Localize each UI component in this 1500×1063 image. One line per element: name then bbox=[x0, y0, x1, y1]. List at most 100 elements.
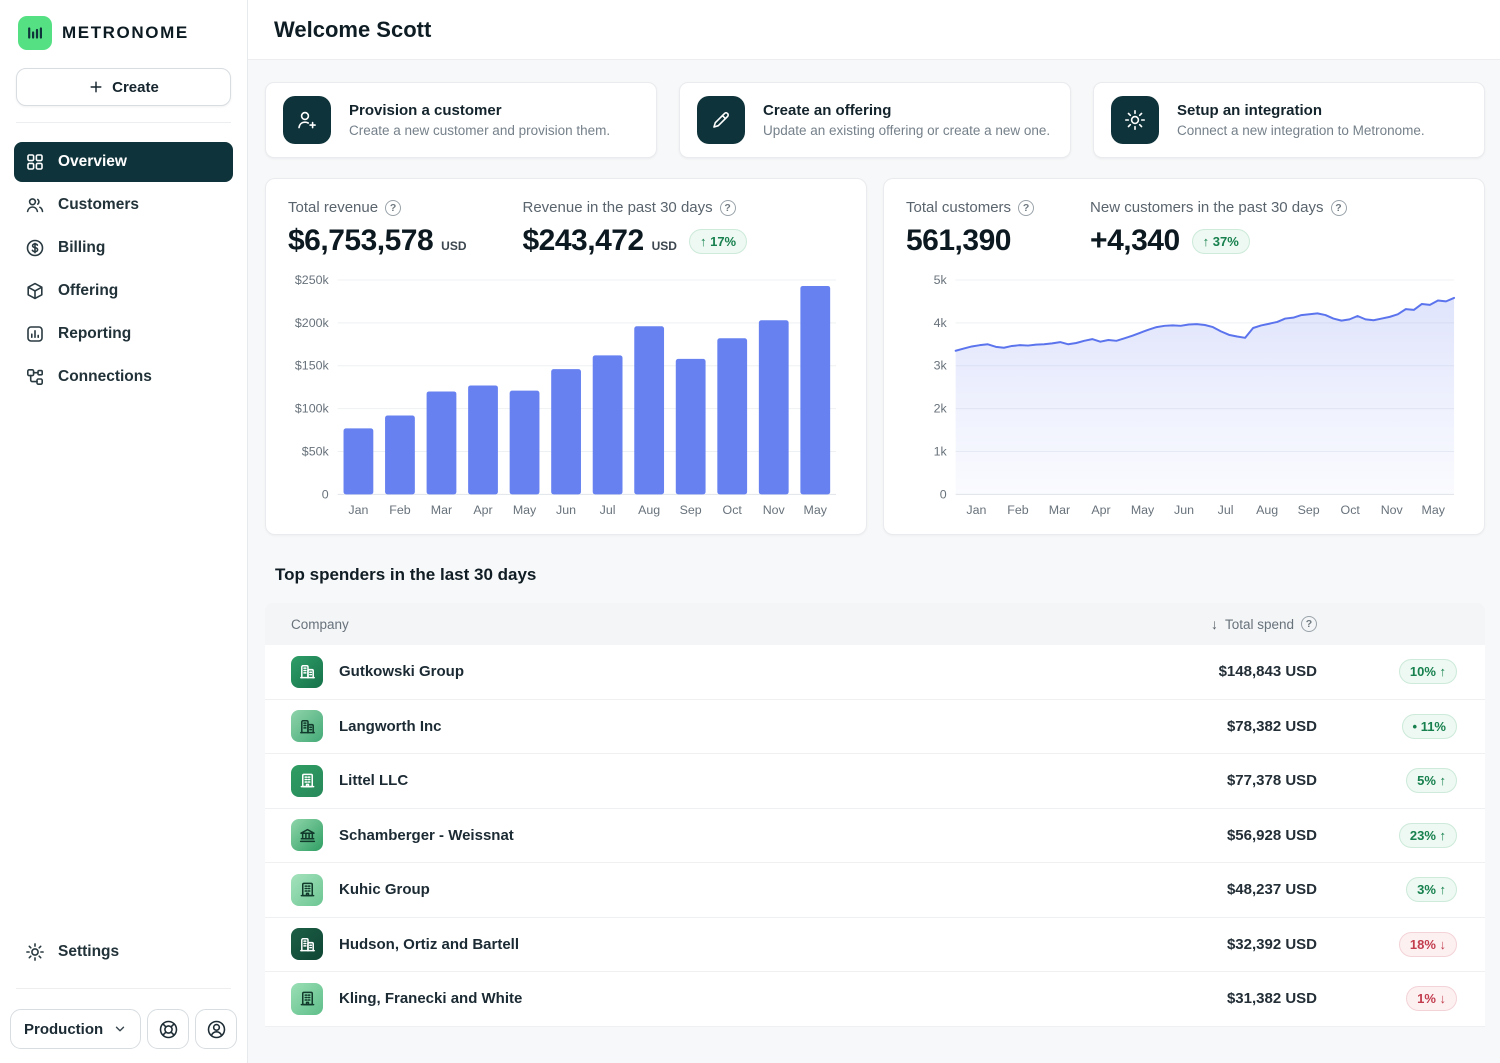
action-card-provision-a-customer[interactable]: Provision a customer Create a new custome… bbox=[265, 82, 657, 158]
lifebuoy-icon bbox=[158, 1019, 179, 1040]
change-badge: 5% ↑ bbox=[1406, 768, 1457, 793]
company-name: Schamberger - Weissnat bbox=[339, 827, 514, 844]
sidebar-bottom: Settings Production bbox=[0, 929, 247, 1063]
sidebar-item-overview[interactable]: Overview bbox=[14, 142, 233, 182]
company-building-icon bbox=[291, 874, 323, 906]
grid-icon bbox=[25, 152, 45, 172]
change-badge: 3% ↑ bbox=[1406, 877, 1457, 902]
pen-icon bbox=[697, 96, 745, 144]
action-card-setup-an-integration[interactable]: Setup an integrationConnect a new integr… bbox=[1093, 82, 1485, 158]
help-icon[interactable] bbox=[720, 200, 736, 216]
table-row[interactable]: Schamberger - Weissnat$56,928 USD23% ↑ bbox=[265, 809, 1485, 864]
table-row[interactable]: Langworth Inc$78,382 USD• 11% bbox=[265, 700, 1485, 755]
stat-label: Total revenue bbox=[288, 199, 378, 216]
help-icon[interactable] bbox=[1301, 616, 1317, 632]
stat-label: New customers in the past 30 days bbox=[1090, 199, 1323, 216]
company-name: Kling, Franecki and White bbox=[339, 990, 522, 1007]
help-icon[interactable] bbox=[385, 200, 401, 216]
svg-text:Feb: Feb bbox=[389, 503, 410, 517]
sidebar-item-customers[interactable]: Customers bbox=[14, 185, 233, 225]
chevron-down-icon bbox=[113, 1022, 127, 1036]
dollar-icon bbox=[25, 238, 45, 258]
svg-text:0: 0 bbox=[940, 487, 947, 501]
create-button[interactable]: Create bbox=[16, 68, 231, 106]
svg-text:Sep: Sep bbox=[680, 503, 702, 517]
svg-text:Jan: Jan bbox=[348, 503, 368, 517]
account-button[interactable] bbox=[195, 1009, 237, 1049]
svg-text:3k: 3k bbox=[934, 359, 948, 373]
change-badge: ↑ 37% bbox=[1192, 229, 1250, 254]
company-name: Langworth Inc bbox=[339, 718, 442, 735]
svg-text:Aug: Aug bbox=[1256, 503, 1278, 517]
company-column-header[interactable]: Company bbox=[291, 617, 1097, 632]
sidebar-item-offering[interactable]: Offering bbox=[14, 271, 233, 311]
sidebar-item-billing[interactable]: Billing bbox=[14, 228, 233, 268]
create-button-label: Create bbox=[112, 79, 159, 96]
page-header: Welcome Scott bbox=[248, 0, 1500, 60]
gear-icon bbox=[1111, 96, 1159, 144]
svg-text:Nov: Nov bbox=[1381, 503, 1404, 517]
table-row[interactable]: Littel LLC$77,378 USD5% ↑ bbox=[265, 754, 1485, 809]
stat-value: +4,340 bbox=[1090, 224, 1180, 258]
svg-text:5k: 5k bbox=[934, 273, 948, 287]
page-title: Welcome Scott bbox=[274, 17, 1474, 43]
stat-value: $6,753,578 bbox=[288, 224, 433, 258]
sidebar-item-connections[interactable]: Connections bbox=[14, 357, 233, 397]
action-card-title: Setup an integration bbox=[1177, 102, 1425, 119]
svg-text:1k: 1k bbox=[934, 444, 948, 458]
total-spend-value: $56,928 USD bbox=[1097, 827, 1317, 844]
users-icon bbox=[25, 195, 45, 215]
stat-unit: USD bbox=[652, 239, 677, 253]
sidebar-item-settings[interactable]: Settings bbox=[14, 932, 233, 972]
svg-text:Oct: Oct bbox=[723, 503, 743, 517]
action-card-create-an-offering[interactable]: Create an offeringUpdate an existing off… bbox=[679, 82, 1071, 158]
change-badge: 1% ↓ bbox=[1406, 986, 1457, 1011]
user-circle-icon bbox=[206, 1019, 227, 1040]
svg-text:$150k: $150k bbox=[295, 359, 330, 373]
sidebar-item-label: Overview bbox=[58, 153, 127, 171]
table-body: Gutkowski Group$148,843 USD10% ↑Langwort… bbox=[265, 645, 1485, 1027]
svg-text:Jun: Jun bbox=[556, 503, 576, 517]
company-name: Gutkowski Group bbox=[339, 663, 464, 680]
plus-icon bbox=[88, 79, 104, 95]
brand-logo: METRONOME bbox=[0, 0, 247, 60]
main-area: Welcome Scott Provision a customer Create… bbox=[248, 0, 1500, 1063]
stat-unit: USD bbox=[441, 239, 466, 253]
spend-column-header[interactable]: ↓ Total spend bbox=[1097, 616, 1317, 632]
svg-text:Nov: Nov bbox=[763, 503, 786, 517]
action-card-title: Provision a customer bbox=[349, 102, 610, 119]
svg-text:$50k: $50k bbox=[302, 444, 330, 458]
table-row[interactable]: Kuhic Group$48,237 USD3% ↑ bbox=[265, 863, 1485, 918]
sidebar-item-reporting[interactable]: Reporting bbox=[14, 314, 233, 354]
svg-text:Feb: Feb bbox=[1007, 503, 1028, 517]
environment-selector[interactable]: Production bbox=[10, 1009, 141, 1049]
sidebar-item-label: Customers bbox=[58, 196, 139, 214]
revenue-card: Total revenue $6,753,578 USD Revenue in … bbox=[265, 178, 867, 535]
sidebar-item-label: Reporting bbox=[58, 325, 131, 343]
revenue-30d-stat: Revenue in the past 30 days $243,472 USD… bbox=[523, 199, 748, 258]
table-row[interactable]: Hudson, Ortiz and Bartell$32,392 USD18% … bbox=[265, 918, 1485, 973]
brand-name: METRONOME bbox=[62, 23, 189, 43]
help-icon[interactable] bbox=[1331, 200, 1347, 216]
new-customers-stat: New customers in the past 30 days +4,340… bbox=[1090, 199, 1346, 258]
action-cards-row: Provision a customer Create a new custome… bbox=[265, 82, 1485, 158]
svg-text:Mar: Mar bbox=[431, 503, 452, 517]
help-icon[interactable] bbox=[1018, 200, 1034, 216]
table-row[interactable]: Gutkowski Group$148,843 USD10% ↑ bbox=[265, 645, 1485, 700]
action-card-subtitle: Create a new customer and provision them… bbox=[349, 123, 610, 138]
action-card-subtitle: Update an existing offering or create a … bbox=[763, 123, 1050, 138]
svg-text:May: May bbox=[804, 503, 828, 517]
svg-text:Jul: Jul bbox=[1218, 503, 1234, 517]
table-row[interactable]: Kling, Franecki and White$31,382 USD1% ↓ bbox=[265, 972, 1485, 1027]
help-button[interactable] bbox=[147, 1009, 189, 1049]
company-name: Kuhic Group bbox=[339, 881, 430, 898]
svg-text:Jan: Jan bbox=[966, 503, 986, 517]
charts-row: Total revenue $6,753,578 USD Revenue in … bbox=[265, 178, 1485, 535]
svg-text:Sep: Sep bbox=[1298, 503, 1320, 517]
box-icon bbox=[25, 281, 45, 301]
user-plus-icon bbox=[283, 96, 331, 144]
customers-card: Total customers 561,390 New customers in… bbox=[883, 178, 1485, 535]
sidebar-divider bbox=[16, 988, 231, 989]
page-content: Provision a customer Create a new custome… bbox=[248, 60, 1500, 1027]
svg-text:Oct: Oct bbox=[1341, 503, 1361, 517]
